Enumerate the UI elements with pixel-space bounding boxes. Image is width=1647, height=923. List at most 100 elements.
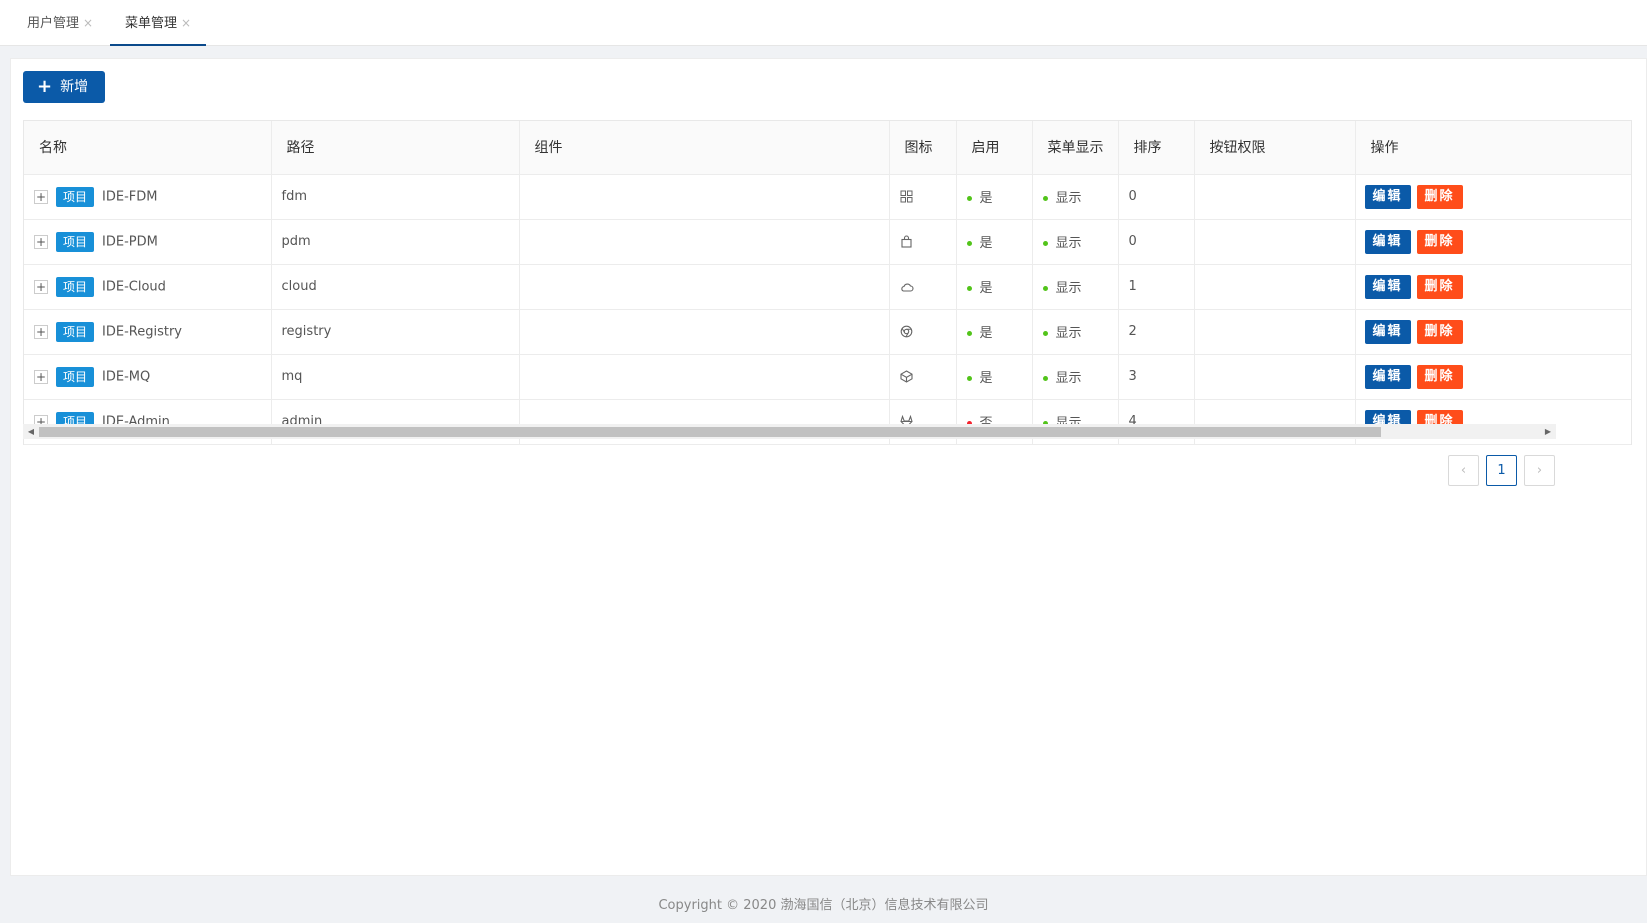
status-dot [966, 331, 972, 336]
visible-cell: 显示 [1032, 219, 1119, 265]
tabs-bar: 用户管理 × 菜单管理 × [0, 0, 1647, 46]
table-row[interactable]: + 项目 IDE-Registry registry 是 显示 2 编辑 删除 [24, 309, 1631, 355]
chrome-icon [900, 324, 913, 339]
sort-cell: 3 [1118, 354, 1195, 400]
expand-row-icon[interactable]: + [34, 279, 48, 294]
status-dot [966, 286, 972, 291]
column-header-path: 路径 [271, 121, 520, 175]
type-tag: 项目 [56, 276, 95, 297]
component-cell [519, 354, 890, 400]
edit-button[interactable]: 编辑 [1364, 229, 1411, 254]
status-dot [966, 241, 972, 246]
path-cell: mq [271, 354, 520, 400]
column-header-actions: 操作 [1355, 121, 1631, 175]
name-cell: + 项目 IDE-Cloud [24, 264, 272, 310]
actions-cell: 编辑 删除 [1355, 309, 1631, 355]
close-icon[interactable]: × [181, 16, 191, 30]
codepen-icon [899, 369, 913, 384]
status-dot [966, 376, 972, 381]
type-tag: 项目 [56, 366, 95, 387]
visible-cell: 显示 [1032, 264, 1119, 310]
visible-cell: 显示 [1032, 309, 1119, 355]
actions-cell: 编辑 删除 [1355, 174, 1631, 220]
sort-cell: 0 [1118, 219, 1195, 265]
table-row[interactable]: + 项目 IDE-PDM pdm 是 显示 0 编辑 删除 [24, 219, 1631, 265]
edit-button[interactable]: 编辑 [1364, 319, 1411, 344]
table-row[interactable]: + 项目 IDE-MQ mq 是 显示 3 编辑 删除 [24, 354, 1631, 400]
name-cell: + 项目 IDE-MQ [24, 354, 272, 400]
plus-icon: + [37, 76, 53, 97]
horizontal-scrollbar[interactable]: ◀ ▶ [23, 424, 1556, 439]
visible-value: 显示 [1055, 371, 1082, 386]
enabled-value: 是 [979, 281, 993, 296]
actions-cell: 编辑 删除 [1355, 219, 1631, 265]
footer-copyright: Copyright © 2020 渤海国信（北京）信息技术有限公司 [658, 898, 989, 913]
column-header-permissions: 按钮权限 [1194, 121, 1356, 175]
appstore-icon [900, 189, 913, 204]
sort-cell: 1 [1118, 264, 1195, 310]
edit-button[interactable]: 编辑 [1364, 364, 1411, 389]
close-icon[interactable]: × [83, 16, 93, 30]
visible-cell: 显示 [1032, 354, 1119, 400]
status-dot [1042, 331, 1048, 336]
pagination-page-1[interactable]: 1 [1486, 455, 1517, 486]
permissions-cell [1194, 309, 1356, 355]
edit-button[interactable]: 编辑 [1364, 184, 1411, 209]
visible-value: 显示 [1055, 281, 1082, 296]
edit-button[interactable]: 编辑 [1364, 274, 1411, 299]
scroll-left-icon[interactable]: ◀ [25, 424, 37, 439]
enabled-cell: 是 [956, 219, 1033, 265]
enabled-value: 是 [979, 191, 993, 206]
icon-cell [889, 174, 957, 220]
name-cell: + 项目 IDE-Registry [24, 309, 272, 355]
enabled-value: 是 [979, 236, 993, 251]
tab-menu-management[interactable]: 菜单管理 × [110, 0, 207, 46]
status-dot [1042, 241, 1048, 246]
column-header-name: 名称 [24, 121, 272, 175]
menu-name: IDE-FDM [102, 189, 158, 204]
delete-button[interactable]: 删除 [1416, 319, 1463, 344]
permissions-cell [1194, 264, 1356, 310]
table-row[interactable]: + 项目 IDE-Cloud cloud 是 显示 1 编辑 删除 [24, 264, 1631, 310]
table-row[interactable]: + 项目 IDE-FDM fdm 是 显示 0 编辑 删除 [24, 174, 1631, 220]
pagination-next-button[interactable]: › [1524, 455, 1555, 486]
actions-cell: 编辑 删除 [1355, 354, 1631, 400]
component-cell [519, 309, 890, 355]
expand-row-icon[interactable]: + [34, 324, 48, 339]
menu-name: IDE-Cloud [102, 279, 166, 294]
menu-table: 名称 路径 组件 图标 启用 菜单显示 排序 按钮权限 操作 + 项目 IDE-FD… [23, 120, 1632, 445]
delete-button[interactable]: 删除 [1416, 184, 1463, 209]
expand-row-icon[interactable]: + [34, 369, 48, 384]
enabled-value: 是 [979, 371, 993, 386]
pagination-prev-button[interactable]: ‹ [1448, 455, 1479, 486]
scroll-right-icon[interactable]: ▶ [1542, 424, 1554, 439]
icon-cell [889, 219, 957, 265]
path-cell: fdm [271, 174, 520, 220]
expand-row-icon[interactable]: + [34, 189, 48, 204]
column-header-enabled: 启用 [956, 121, 1033, 175]
column-header-icon: 图标 [889, 121, 957, 175]
menu-management-panel: + 新增 名称 路径 组件 图标 启用 菜单显示 排序 按钮权限 操作 + 项目… [10, 58, 1647, 876]
type-tag: 项目 [56, 231, 95, 252]
delete-button[interactable]: 删除 [1416, 229, 1463, 254]
actions-cell: 编辑 删除 [1355, 264, 1631, 310]
sort-cell: 2 [1118, 309, 1195, 355]
delete-button[interactable]: 删除 [1416, 274, 1463, 299]
add-button[interactable]: + 新增 [23, 71, 105, 103]
tab-label: 菜单管理 [125, 16, 178, 31]
visible-value: 显示 [1055, 191, 1082, 206]
enabled-value: 是 [979, 326, 993, 341]
scrollbar-thumb[interactable] [39, 427, 1381, 437]
status-dot [1042, 196, 1048, 201]
status-dot [1042, 376, 1048, 381]
type-tag: 项目 [56, 321, 95, 342]
tab-label: 用户管理 [27, 16, 80, 31]
tab-user-management[interactable]: 用户管理 × [27, 0, 93, 46]
expand-row-icon[interactable]: + [34, 234, 48, 249]
delete-button[interactable]: 删除 [1416, 364, 1463, 389]
icon-cell [889, 354, 957, 400]
icon-cell [889, 309, 957, 355]
column-header-visible: 菜单显示 [1032, 121, 1119, 175]
status-dot [966, 196, 972, 201]
permissions-cell [1194, 354, 1356, 400]
